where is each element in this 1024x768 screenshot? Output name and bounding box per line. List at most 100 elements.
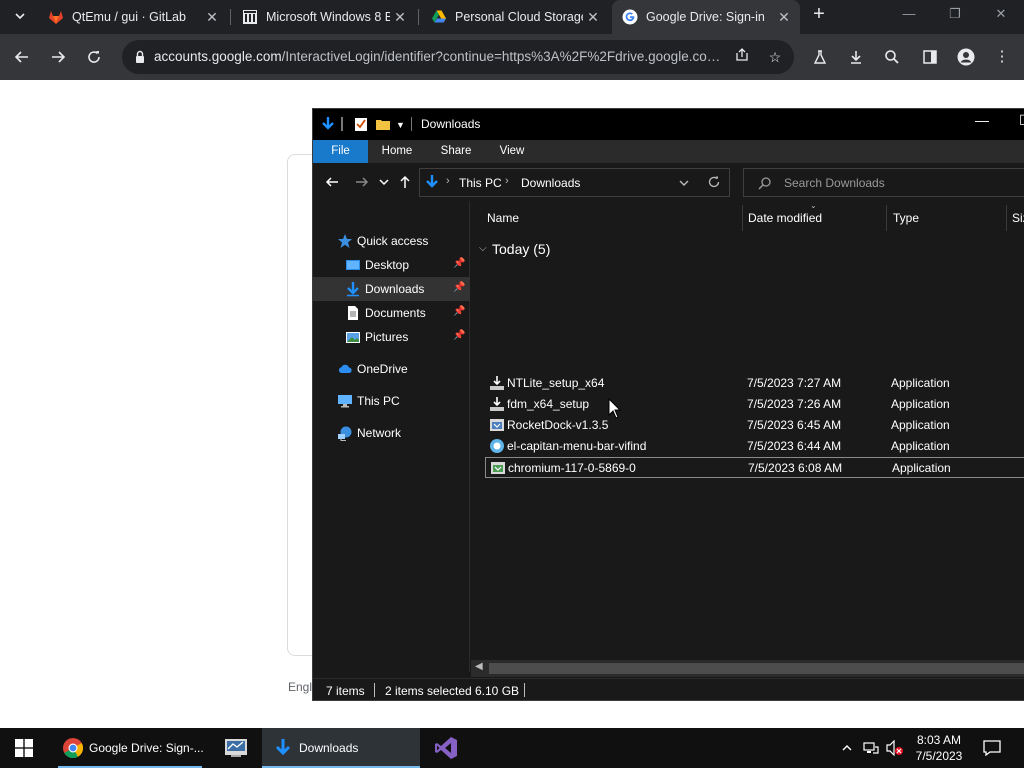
column-header-type[interactable]: Type	[893, 211, 919, 225]
ribbon-tab-file[interactable]: File	[313, 140, 368, 163]
properties-checklist-icon[interactable]	[353, 116, 369, 132]
explorer-title-bar[interactable]: ▼ Downloads — ☐	[313, 109, 1024, 140]
forward-button[interactable]	[46, 45, 70, 69]
file-row[interactable]: RocketDock-v1.3.5 7/5/2023 6:45 AM Appli…	[485, 415, 1024, 436]
column-divider[interactable]	[886, 205, 887, 231]
taskbar-app-control-panel[interactable]	[212, 728, 260, 768]
close-tab-icon[interactable]: ✕	[202, 9, 222, 26]
close-tab-icon[interactable]: ✕	[774, 9, 794, 26]
file-type: Application	[891, 418, 950, 432]
tab-search-icon[interactable]	[8, 4, 32, 28]
new-tab-button[interactable]: +	[807, 3, 831, 27]
browser-tab-windows8[interactable]: Microsoft Windows 8 B ✕	[232, 0, 416, 34]
reload-button[interactable]	[82, 45, 106, 69]
pin-icon[interactable]: 📌	[453, 258, 465, 269]
column-header-name[interactable]: Name	[487, 211, 519, 225]
explorer-maximize-button[interactable]: ☐	[1019, 112, 1024, 129]
search-icon[interactable]	[880, 45, 904, 69]
bookmark-star-icon[interactable]: ☆	[765, 47, 785, 67]
lock-icon[interactable]	[132, 49, 148, 65]
address-history-dropdown[interactable]	[678, 177, 690, 192]
back-arrow-button[interactable]	[323, 172, 341, 192]
search-placeholder: Search Downloads	[784, 176, 885, 190]
pin-icon[interactable]: 📌	[453, 330, 465, 341]
back-button[interactable]	[10, 45, 34, 69]
file-row-selected[interactable]: chromium-117-0-5869-0 7/5/2023 6:08 AM A…	[485, 457, 1024, 478]
nav-item-network[interactable]: Network	[313, 421, 470, 445]
labs-flask-icon[interactable]	[808, 45, 832, 69]
file-row[interactable]: fdm_x64_setup 7/5/2023 7:26 AM Applicati…	[485, 394, 1024, 415]
desktop-icon	[345, 257, 361, 273]
chrome-menu-icon[interactable]: ⋮	[990, 45, 1014, 69]
file-name: el-capitan-menu-bar-vifind	[507, 439, 647, 453]
horizontal-scrollbar[interactable]: ◀	[471, 660, 1024, 677]
browser-tab-google-drive-signin[interactable]: Google Drive: Sign-in ✕	[612, 0, 800, 34]
breadcrumb-downloads[interactable]: Downloads	[521, 176, 580, 190]
pin-icon[interactable]: 📌	[453, 282, 465, 293]
side-panel-icon[interactable]	[918, 45, 942, 69]
network-status-icon[interactable]	[862, 738, 880, 758]
show-hidden-icons-button[interactable]	[838, 738, 856, 758]
share-icon[interactable]	[732, 47, 752, 67]
new-folder-icon[interactable]	[375, 116, 391, 132]
file-row[interactable]: NTLite_setup_x64 7/5/2023 7:27 AM Applic…	[485, 373, 1024, 394]
ribbon-tab-bar: File Home Share View	[313, 140, 1024, 163]
nav-item-this-pc[interactable]: This PC	[313, 389, 470, 413]
volume-muted-icon[interactable]	[886, 738, 904, 758]
file-type: Application	[891, 439, 950, 453]
nav-item-pictures[interactable]: Pictures 📌	[313, 325, 470, 349]
pin-icon[interactable]: 📌	[453, 306, 465, 317]
mouse-cursor-icon	[608, 397, 622, 420]
refresh-icon[interactable]	[707, 175, 721, 192]
notification-center-icon[interactable]	[982, 738, 1002, 758]
collapse-chevron-icon[interactable]: ⌵	[479, 243, 487, 254]
column-header-size[interactable]: Siz	[1012, 211, 1024, 225]
browser-tab-cloud-storage[interactable]: Personal Cloud Storage ✕	[421, 0, 609, 34]
browser-tab-gitlab[interactable]: QtEmu / gui · GitLab ✕	[38, 0, 228, 34]
nav-item-quick-access[interactable]: Quick access	[313, 229, 470, 253]
taskbar-app-visual-studio[interactable]	[422, 728, 470, 768]
start-button[interactable]	[0, 728, 48, 768]
explorer-minimize-button[interactable]: —	[975, 112, 989, 128]
taskbar-app-chrome[interactable]: Google Drive: Sign-...	[52, 728, 208, 768]
browser-minimize-button[interactable]: —	[886, 0, 932, 30]
recent-locations-dropdown[interactable]	[377, 172, 391, 192]
downloads-icon[interactable]	[844, 45, 868, 69]
scrollbar-thumb[interactable]	[489, 663, 1024, 674]
column-divider[interactable]	[1006, 205, 1007, 231]
profile-avatar-icon[interactable]	[954, 45, 978, 69]
forward-arrow-button[interactable]	[353, 172, 371, 192]
tab-title: Personal Cloud Storage	[455, 10, 583, 24]
column-header-date-modified[interactable]: Date modified	[748, 211, 822, 225]
scroll-left-icon[interactable]: ◀	[475, 661, 483, 672]
column-divider[interactable]	[742, 205, 743, 231]
file-row[interactable]: el-capitan-menu-bar-vifind 7/5/2023 6:44…	[485, 436, 1024, 457]
breadcrumb-this-pc[interactable]: This PC	[459, 176, 502, 190]
language-selector[interactable]: Engl	[288, 680, 312, 694]
ribbon-tab-view[interactable]: View	[493, 140, 531, 163]
nav-item-downloads[interactable]: Downloads 📌	[313, 277, 470, 301]
file-explorer-icon	[275, 739, 291, 756]
breadcrumb-chevron-icon[interactable]: ›	[446, 175, 450, 187]
ribbon-tab-home[interactable]: Home	[375, 140, 419, 163]
browser-close-button[interactable]: ✕	[978, 0, 1024, 30]
explorer-address-bar[interactable]: › This PC › Downloads	[419, 168, 730, 197]
taskbar-clock[interactable]: 8:03 AM 7/5/2023	[908, 732, 970, 764]
browser-restore-button[interactable]: ❐	[932, 0, 978, 30]
nav-item-desktop[interactable]: Desktop 📌	[313, 253, 470, 277]
taskbar-app-file-explorer[interactable]: Downloads	[262, 728, 420, 768]
browser-toolbar: accounts.google.com/InteractiveLogin/ide…	[0, 34, 1024, 80]
nav-item-documents[interactable]: Documents 📌	[313, 301, 470, 325]
explorer-search-box[interactable]: Search Downloads	[743, 168, 1024, 197]
address-bar[interactable]: accounts.google.com/InteractiveLogin/ide…	[122, 40, 794, 74]
up-arrow-button[interactable]	[397, 172, 413, 192]
quick-access-dropdown-icon[interactable]: ▼	[396, 120, 412, 136]
status-bar: 7 items 2 items selected 6.10 GB	[313, 678, 1024, 700]
ribbon-tab-share[interactable]: Share	[435, 140, 477, 163]
close-tab-icon[interactable]: ✕	[390, 9, 410, 26]
tab-title: Google Drive: Sign-in	[646, 10, 765, 24]
navigation-row: › This PC › Downloads Search Downloads	[313, 163, 1024, 201]
close-tab-icon[interactable]: ✕	[583, 9, 603, 26]
breadcrumb-chevron-icon[interactable]: ›	[505, 175, 509, 187]
nav-item-onedrive[interactable]: OneDrive	[313, 357, 470, 381]
